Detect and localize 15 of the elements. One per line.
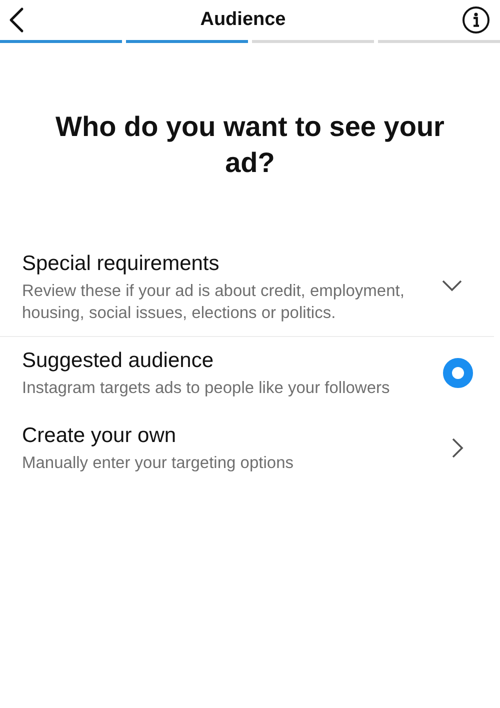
chevron-icon[interactable]: [442, 280, 462, 292]
option-title: Special requirements: [22, 250, 220, 277]
page-title: Audience: [200, 8, 286, 32]
back-button[interactable]: [8, 7, 24, 33]
radio-button[interactable]: [443, 358, 473, 388]
option-description: Review these if your ad is about credit, employment, housing, social issues, elections or politics.: [22, 281, 406, 324]
info-icon: [462, 6, 490, 34]
option-title: Suggested audience: [22, 348, 214, 374]
info-button[interactable]: [462, 6, 490, 34]
question-heading: Who do you want to see your ad?: [54, 110, 446, 180]
option-description: Instagram targets ads to people like your followers: [22, 378, 391, 400]
back-icon: [8, 7, 24, 33]
chevron-icon[interactable]: [452, 438, 464, 458]
option-title: Create your own: [22, 422, 178, 449]
option-description: Manually enter your targeting options: [22, 452, 294, 474]
